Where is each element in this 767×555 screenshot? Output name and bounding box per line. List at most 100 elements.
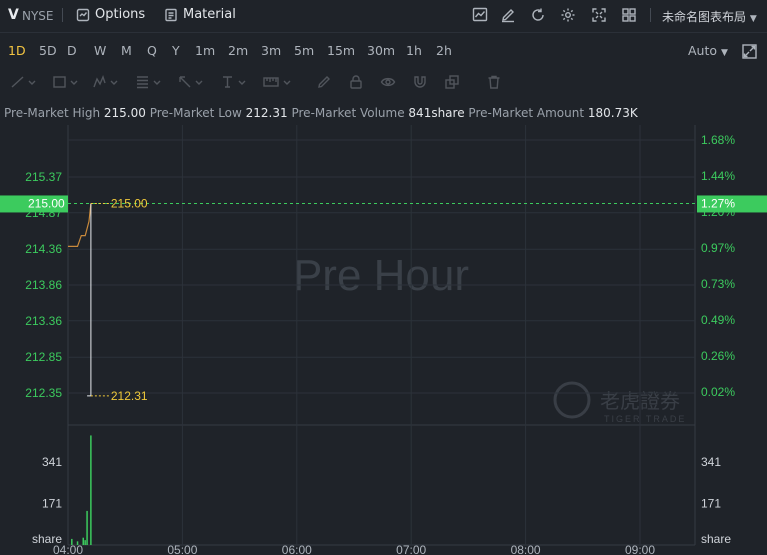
chevron-down-icon: ▼ <box>721 48 728 58</box>
x-tick-label: 05:00 <box>167 543 197 555</box>
layout-dropdown[interactable]: 未命名图表布局 ▼ <box>662 8 757 25</box>
y-right-tick-label: 1.44% <box>701 169 735 183</box>
layers-icon[interactable] <box>444 74 460 90</box>
x-tick-label: 09:00 <box>625 543 655 555</box>
premarket-low-label: Pre-Market Low <box>149 106 242 120</box>
y-right-tick-label: 0.97% <box>701 241 735 255</box>
period-2m[interactable]: 2m <box>228 43 248 58</box>
y-right-tick-label: 0.49% <box>701 313 735 327</box>
volume-bar <box>90 435 92 545</box>
volume-tick-right: share <box>701 532 731 546</box>
magnet-icon[interactable] <box>412 74 428 90</box>
current-price-tag-label: 215.00 <box>28 196 65 210</box>
premarket-low-value: 212.31 <box>245 106 288 120</box>
x-tick-label: 06:00 <box>282 543 312 555</box>
price-chart[interactable]: Pre Hour 老虎證券 TIGER TRADE 04:00 05:00 06:0… <box>0 125 767 555</box>
expand-icon[interactable] <box>742 44 757 59</box>
y-right-tick-label: 0.26% <box>701 349 735 363</box>
premarket-volume-label: Pre-Market Volume <box>291 106 405 120</box>
arrow-tool-icon[interactable] <box>177 74 203 90</box>
premarket-amount-label: Pre-Market Amount <box>468 106 585 120</box>
volume-tick-left: 341 <box>42 455 62 469</box>
volume-tick-left: share <box>32 532 62 546</box>
period-1d[interactable]: 1D <box>8 43 26 58</box>
y-left-tick-label: 214.36 <box>25 242 62 256</box>
pattern-tool-icon[interactable] <box>92 74 118 90</box>
volume-bar <box>86 510 88 545</box>
toolbar-divider-right <box>650 8 651 22</box>
period-15m[interactable]: 15m <box>327 43 355 58</box>
period-y[interactable]: Y <box>172 43 180 58</box>
y-right-tick-label: 0.02% <box>701 385 735 399</box>
material-button[interactable]: Material <box>164 7 236 22</box>
refresh-icon[interactable] <box>530 7 546 23</box>
period-30m[interactable]: 30m <box>367 43 395 58</box>
watermark-brand-en: TIGER TRADE <box>604 414 686 424</box>
price-drop-line <box>87 203 92 397</box>
period-5m[interactable]: 5m <box>294 43 314 58</box>
tiger-logo-icon <box>553 381 591 419</box>
period-5d[interactable]: 5D <box>39 43 57 58</box>
toolbar-divider <box>62 8 63 22</box>
eye-icon[interactable] <box>380 74 396 90</box>
period-1h[interactable]: 1h <box>406 43 422 58</box>
current-pct-tag-label: 1.27% <box>701 196 735 210</box>
y-left-tick-label: 212.35 <box>25 386 62 400</box>
fullscreen-icon[interactable] <box>591 7 607 23</box>
trash-icon[interactable] <box>486 74 502 90</box>
y-left-tick-label: 215.37 <box>25 170 62 184</box>
options-button[interactable]: Options <box>76 7 145 22</box>
low-marker-label: 212.31 <box>111 389 148 403</box>
brand-watermark: 老虎證券 TIGER TRADE <box>553 381 686 424</box>
text-tool-icon[interactable] <box>220 74 246 90</box>
draw-icon[interactable] <box>500 7 516 23</box>
premarket-amount-value: 180.73K <box>587 106 638 120</box>
drawing-toolbar <box>0 70 767 96</box>
scale-label: Auto <box>688 43 718 58</box>
price-line <box>68 203 92 247</box>
period-d[interactable]: D <box>67 43 77 58</box>
layout-grid-icon[interactable] <box>621 7 637 23</box>
x-tick-label: 08:00 <box>511 543 541 555</box>
exchange-label: NYSE <box>22 9 54 23</box>
period-2h[interactable]: 2h <box>436 43 452 58</box>
layout-label: 未命名图表布局 <box>662 10 747 24</box>
scale-dropdown[interactable]: Auto ▼ <box>688 43 728 58</box>
fibonacci-tool-icon[interactable] <box>135 74 161 90</box>
y-left-tick-label: 213.86 <box>25 278 62 292</box>
indicator-icon[interactable] <box>472 7 488 23</box>
premarket-volume-value: 841share <box>408 106 465 120</box>
high-marker-label: 215.00 <box>111 196 148 210</box>
y-left-tick-label: 212.85 <box>25 350 62 364</box>
lock-icon[interactable] <box>348 74 364 90</box>
y-right-tick-label: 0.73% <box>701 277 735 291</box>
chevron-down-icon: ▼ <box>749 14 757 24</box>
premarket-high-value: 215.00 <box>103 106 146 120</box>
y-left-tick-label: 213.36 <box>25 314 62 328</box>
watermark-text: Pre Hour <box>293 251 469 300</box>
rectangle-tool-icon[interactable] <box>52 74 78 90</box>
gear-icon[interactable] <box>560 7 576 23</box>
period-q[interactable]: Q <box>147 43 157 58</box>
volume-tick-right: 171 <box>701 496 721 510</box>
x-tick-label: 07:00 <box>396 543 426 555</box>
symbol-label[interactable]: V <box>8 7 19 23</box>
material-label: Material <box>183 7 236 22</box>
pencil-icon[interactable] <box>316 74 332 90</box>
top-toolbar: V NYSE Options Material 未命名图表布局 ▼ <box>0 0 767 33</box>
period-m[interactable]: M <box>121 43 132 58</box>
volume-tick-right: 341 <box>701 455 721 469</box>
volume-bar <box>84 540 86 545</box>
period-1m[interactable]: 1m <box>195 43 215 58</box>
volume-tick-left: 171 <box>42 496 62 510</box>
measure-tool-icon[interactable] <box>262 74 292 90</box>
document-icon <box>165 8 177 21</box>
period-w[interactable]: W <box>94 43 106 58</box>
premarket-high-label: Pre-Market High <box>4 106 101 120</box>
premarket-info: Pre-Market High 215.00 Pre-Market Low 21… <box>4 106 638 120</box>
period-3m[interactable]: 3m <box>261 43 281 58</box>
y-right-tick-label: 1.68% <box>701 133 735 147</box>
trendline-tool-icon[interactable] <box>10 74 36 90</box>
period-selector: 1D 5D D W M Q Y 1m 2m 3m 5m 15m 30m 1h 2h <box>0 40 767 64</box>
options-label: Options <box>95 7 146 22</box>
